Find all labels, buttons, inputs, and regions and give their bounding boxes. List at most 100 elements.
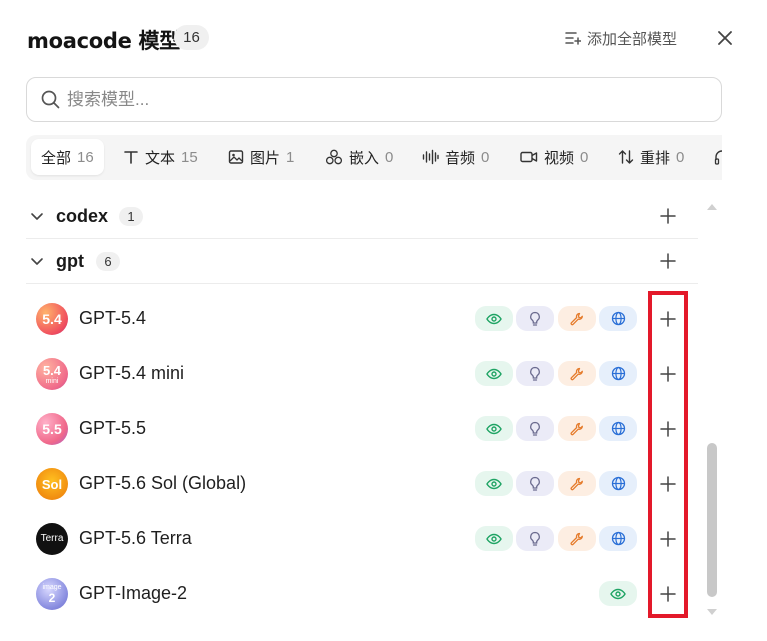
tools-capability-tag — [558, 471, 596, 496]
tab-video[interactable]: 视频 0 — [520, 139, 588, 175]
chevron-down-icon — [31, 258, 43, 265]
tab-rerank[interactable]: 重排 0 — [618, 139, 684, 175]
tab-label: 音频 — [445, 149, 476, 167]
plus-icon — [660, 586, 676, 602]
eye-icon — [486, 478, 502, 489]
group-name: codex — [56, 205, 109, 226]
vision-capability-tag — [599, 581, 637, 606]
globe-icon — [611, 366, 625, 381]
web-capability-tag — [599, 361, 637, 386]
avatar-text: 5.4 — [42, 311, 62, 327]
avatar-text: 5.4 — [42, 362, 62, 378]
model-row[interactable]: 5.4 mini GPT-5.4 mini — [26, 348, 698, 403]
avatar-text: Terra — [40, 533, 64, 544]
avatar-text: image — [42, 584, 62, 591]
tab-label: 全部 — [41, 149, 72, 167]
model-avatar: 5.4 — [36, 303, 68, 335]
lightbulb-icon — [530, 366, 540, 381]
wrench-icon — [570, 532, 583, 545]
model-list: codex 1 gpt 6 5.4 GPT-5.4 5.4 mini GPT-5… — [26, 193, 698, 641]
lightbulb-icon — [530, 531, 540, 546]
tab-embedding[interactable]: 嵌入 0 — [325, 139, 393, 175]
reasoning-capability-tag — [516, 306, 554, 331]
group-header-gpt[interactable]: gpt 6 — [26, 239, 698, 284]
globe-icon — [611, 476, 625, 491]
model-row[interactable]: 5.5 GPT-5.5 — [26, 403, 698, 458]
vision-capability-tag — [475, 361, 513, 386]
add-model-button[interactable] — [656, 362, 680, 386]
close-button[interactable] — [712, 25, 737, 50]
eye-icon — [610, 588, 626, 599]
model-row[interactable]: image 2 GPT-Image-2 — [26, 568, 698, 623]
embedding-icon — [325, 149, 343, 165]
add-group-button[interactable] — [656, 249, 680, 273]
group-header-codex[interactable]: codex 1 — [26, 194, 698, 239]
add-group-button[interactable] — [656, 204, 680, 228]
add-model-button[interactable] — [656, 307, 680, 331]
scroll-up-arrow-icon[interactable] — [706, 201, 718, 211]
avatar-subtext: 2 — [48, 591, 56, 605]
tab-label: 重排 — [640, 149, 671, 167]
plus-icon — [660, 208, 676, 224]
tab-label: 文本 — [145, 149, 176, 167]
tools-capability-tag — [558, 306, 596, 331]
model-name: GPT-5.6 Terra — [79, 528, 192, 548]
globe-icon — [611, 311, 625, 326]
list-add-icon — [565, 32, 581, 45]
add-model-button[interactable] — [656, 472, 680, 496]
add-model-button[interactable] — [656, 582, 680, 606]
model-name: GPT-5.5 — [79, 418, 147, 438]
tab-count: 0 — [580, 148, 589, 166]
category-tabs: 全部 16 文本 15 图片 1 嵌入 0 音频 0 视频 0 重排 0 — [26, 135, 722, 180]
chevron-down-icon — [31, 213, 43, 220]
model-count-badge: 16 — [174, 25, 209, 50]
wrench-icon — [570, 477, 583, 490]
add-model-button[interactable] — [656, 527, 680, 551]
tab-label: 视频 — [544, 149, 575, 167]
rerank-icon — [618, 150, 634, 164]
eye-icon — [486, 313, 502, 324]
wrench-icon — [570, 422, 583, 435]
tab-all[interactable]: 全部 16 — [31, 139, 104, 175]
avatar-subtext: mini — [45, 377, 59, 385]
add-all-models-button[interactable]: 添加全部模型 — [565, 27, 677, 49]
close-icon — [717, 30, 732, 45]
model-name: GPT-5.6 Sol (Global) — [79, 473, 247, 493]
model-avatar: 5.4 mini — [36, 358, 68, 390]
tab-text[interactable]: 文本 15 — [123, 139, 198, 175]
avatar-text: Sol — [41, 476, 63, 492]
video-icon — [520, 151, 538, 163]
tools-capability-tag — [558, 361, 596, 386]
lightbulb-icon — [530, 421, 540, 436]
vision-capability-tag — [475, 416, 513, 441]
vision-capability-tag — [475, 526, 513, 551]
model-name: GPT-5.4 — [79, 308, 147, 328]
tab-image[interactable]: 图片 1 — [228, 139, 294, 175]
search-input[interactable] — [67, 89, 667, 110]
tab-audio[interactable]: 音频 0 — [422, 139, 489, 175]
globe-icon — [611, 531, 625, 546]
plus-icon — [660, 366, 676, 382]
eye-icon — [486, 533, 502, 544]
reasoning-capability-tag — [516, 526, 554, 551]
plus-icon — [660, 253, 676, 269]
tab-count: 16 — [77, 148, 94, 166]
model-row[interactable]: Terra GPT-5.6 Terra — [26, 513, 698, 568]
add-model-button[interactable] — [656, 417, 680, 441]
reasoning-capability-tag — [516, 471, 554, 496]
tab-label: 图片 — [250, 149, 281, 167]
model-row[interactable]: 5.4 GPT-5.4 — [26, 293, 698, 348]
text-icon — [124, 151, 138, 164]
headphones-icon — [714, 150, 722, 165]
lightbulb-icon — [530, 476, 540, 491]
web-capability-tag — [599, 416, 637, 441]
model-row[interactable]: Sol GPT-5.6 Sol (Global) — [26, 458, 698, 513]
scrollbar-thumb[interactable] — [707, 443, 717, 597]
scroll-down-arrow-icon[interactable] — [706, 608, 718, 618]
eye-icon — [486, 423, 502, 434]
model-avatar: image 2 — [36, 578, 68, 610]
tools-capability-tag — [558, 526, 596, 551]
tab-overflow[interactable] — [714, 139, 722, 175]
model-avatar: 5.5 — [36, 413, 68, 445]
search-box[interactable] — [26, 77, 722, 122]
